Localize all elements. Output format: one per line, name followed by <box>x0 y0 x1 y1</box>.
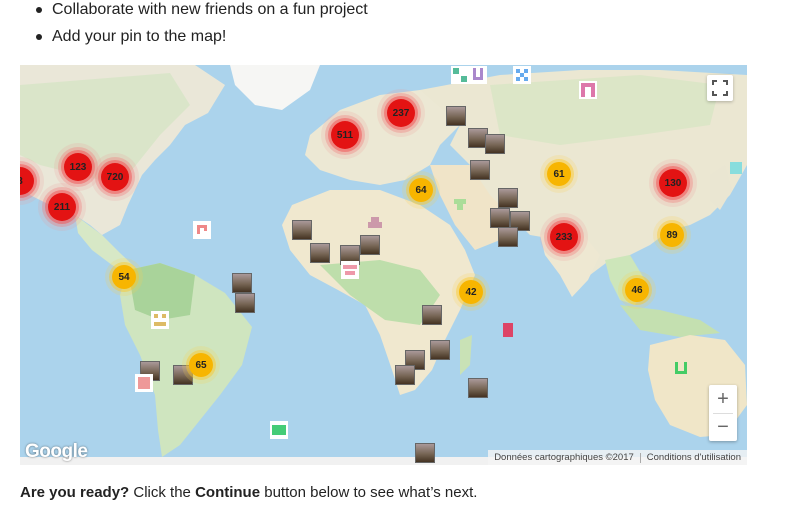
footer-text-2: button below to see what’s next. <box>260 484 478 501</box>
pixel-art-pin[interactable] <box>193 221 211 239</box>
pixel-art-pin[interactable] <box>451 66 469 84</box>
bullet-dot <box>36 7 42 13</box>
pixel-art-pin[interactable] <box>469 66 487 84</box>
pin-cluster[interactable]: 54 <box>112 265 136 289</box>
pin-cluster[interactable]: 65 <box>189 353 213 377</box>
user-pin[interactable] <box>498 227 518 247</box>
pixel-art-pin[interactable] <box>151 311 169 329</box>
bullet-dot <box>36 34 42 40</box>
user-pin[interactable] <box>292 220 312 240</box>
pin-cluster[interactable]: 211 <box>48 193 76 221</box>
pin-cluster[interactable]: 64 <box>409 178 433 202</box>
user-pin[interactable] <box>360 235 380 255</box>
pixel-art-pin[interactable] <box>270 421 288 439</box>
pixel-art-pin[interactable] <box>135 374 153 392</box>
pin-cluster[interactable]: 511 <box>331 121 359 149</box>
map-tiles <box>20 65 747 465</box>
pixel-art-pin[interactable] <box>499 321 517 339</box>
pin-cluster[interactable]: 237 <box>387 99 415 127</box>
pin-cluster[interactable]: 61 <box>547 162 571 186</box>
pin-cluster[interactable]: 42 <box>459 280 483 304</box>
bullet-text: Collaborate with new friends on a fun pr… <box>52 1 368 18</box>
user-pin[interactable] <box>310 243 330 263</box>
attribution-text: Données cartographiques ©2017 <box>494 452 634 463</box>
pixel-art-pin[interactable] <box>579 81 597 99</box>
map-attribution: Données cartographiques ©2017 Conditions… <box>488 450 747 465</box>
fullscreen-button[interactable] <box>707 75 733 101</box>
pixel-art-pin[interactable] <box>451 196 469 214</box>
zoom-out-button[interactable]: − <box>709 413 737 441</box>
terms-link[interactable]: Conditions d'utilisation <box>647 452 741 463</box>
user-pin[interactable] <box>485 134 505 154</box>
pin-cluster[interactable]: 123 <box>64 153 92 181</box>
user-pin[interactable] <box>395 365 415 385</box>
zoom-in-button[interactable]: + <box>709 385 737 413</box>
pin-cluster[interactable]: 720 <box>101 163 129 191</box>
pin-cluster[interactable]: 233 <box>550 223 578 251</box>
user-pin[interactable] <box>415 443 435 463</box>
pixel-art-pin[interactable] <box>727 159 745 177</box>
user-pin[interactable] <box>422 305 442 325</box>
pixel-art-pin[interactable] <box>672 359 690 377</box>
pixel-art-pin[interactable] <box>366 214 384 232</box>
bullet-text: Add your pin to the map! <box>52 28 227 45</box>
fullscreen-icon <box>712 80 728 96</box>
user-pin[interactable] <box>490 208 510 228</box>
footer-text-1: Click the <box>129 484 196 501</box>
footer-text: Are you ready? Click the Continue button… <box>20 484 477 501</box>
user-pin[interactable] <box>430 340 450 360</box>
attribution-divider <box>639 452 641 463</box>
pin-cluster[interactable]: 46 <box>625 278 649 302</box>
footer-question: Are you ready? <box>20 484 130 501</box>
user-pin[interactable] <box>235 293 255 313</box>
pin-cluster[interactable]: 89 <box>660 223 684 247</box>
pixel-art-pin[interactable] <box>513 66 531 84</box>
user-pin[interactable] <box>446 106 466 126</box>
google-logo: Google <box>25 441 88 462</box>
user-pin[interactable] <box>498 188 518 208</box>
user-pin[interactable] <box>468 378 488 398</box>
pin-cluster[interactable]: 130 <box>659 169 687 197</box>
user-pin[interactable] <box>232 273 252 293</box>
pixel-art-pin[interactable] <box>341 261 359 279</box>
world-map[interactable]: 3 123 720 211 511 237 130 233 61 64 89 5… <box>20 65 747 465</box>
footer-continue-word: Continue <box>195 484 261 501</box>
user-pin[interactable] <box>470 160 490 180</box>
zoom-control: + − <box>709 385 737 441</box>
